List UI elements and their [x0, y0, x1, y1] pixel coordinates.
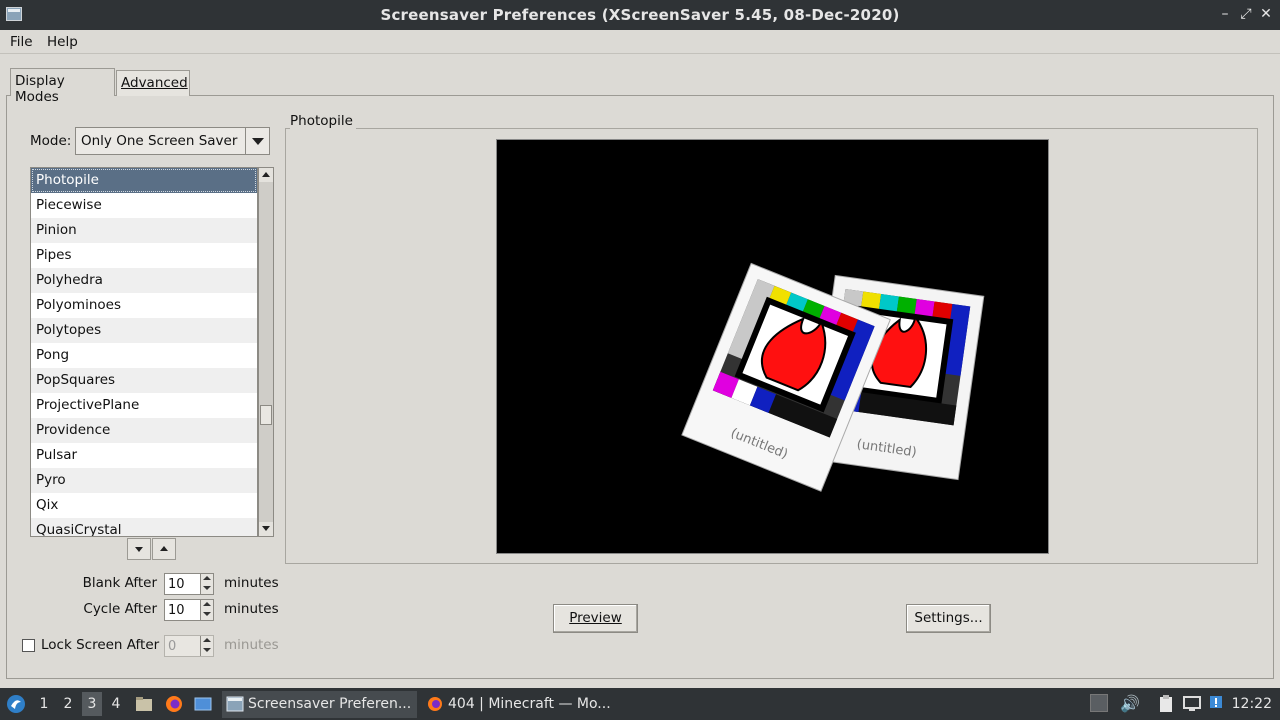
list-item[interactable]: Pulsar: [31, 443, 257, 468]
menu-bar: File Help: [0, 30, 1280, 54]
task-label: 404 | Minecraft — Mo...: [448, 696, 611, 712]
task-firefox-minecraft[interactable]: 404 | Minecraft — Mo...: [422, 691, 617, 718]
list-item[interactable]: Qix: [31, 493, 257, 518]
list-item[interactable]: PopSquares: [31, 368, 257, 393]
next-saver-button[interactable]: [127, 538, 151, 560]
clock: 12:22: [1231, 696, 1272, 712]
window-title: Screensaver Preferences (XScreenSaver 5.…: [380, 6, 900, 24]
workspace-1[interactable]: 1: [34, 696, 54, 712]
list-item[interactable]: Polytopes: [31, 318, 257, 343]
list-item[interactable]: QuasiCrystal: [31, 518, 257, 536]
file-manager-icon[interactable]: [134, 694, 154, 714]
list-item[interactable]: Photopile: [31, 168, 257, 193]
scrollbar-thumb[interactable]: [260, 405, 272, 425]
scroll-up-icon[interactable]: [259, 168, 273, 182]
settings-button[interactable]: Settings...: [906, 604, 991, 633]
list-item[interactable]: Pong: [31, 343, 257, 368]
spin-arrows-icon[interactable]: [200, 600, 213, 620]
blank-after-spin[interactable]: 10: [164, 573, 214, 595]
tray-up-arrow-icon[interactable]: [1090, 694, 1108, 712]
lock-after-unit: minutes: [224, 637, 279, 653]
preview-frame-title: Photopile: [290, 113, 356, 129]
photopile-preview-image: (untitled) (untitled): [681, 262, 985, 492]
chevron-down-icon[interactable]: [245, 128, 269, 154]
firefox-icon[interactable]: [164, 694, 184, 714]
task-screensaver-preferences[interactable]: Screensaver Preferen...: [222, 691, 417, 718]
mode-select[interactable]: Only One Screen Saver: [75, 127, 270, 155]
list-item[interactable]: ProjectivePlane: [31, 393, 257, 418]
cycle-after-spin[interactable]: 10: [164, 599, 214, 621]
workspace-2[interactable]: 2: [58, 696, 78, 712]
mode-select-value: Only One Screen Saver: [81, 133, 238, 149]
start-menu-icon[interactable]: [6, 694, 26, 714]
minimize-icon[interactable]: –: [1216, 5, 1234, 23]
blank-after-unit: minutes: [224, 575, 279, 591]
menu-help[interactable]: Help: [47, 34, 78, 50]
volume-icon[interactable]: 🔊: [1120, 694, 1140, 714]
tab-advanced[interactable]: Advanced: [116, 70, 190, 96]
maximize-icon[interactable]: ⤢: [1237, 5, 1255, 23]
title-bar: Screensaver Preferences (XScreenSaver 5.…: [0, 0, 1280, 30]
notification-icon[interactable]: [1208, 694, 1228, 714]
firefox-icon: [428, 697, 442, 711]
desktop-icon[interactable]: [193, 694, 213, 714]
workspace-3[interactable]: 3: [82, 692, 102, 716]
list-item[interactable]: Polyominoes: [31, 293, 257, 318]
mode-label: Mode:: [30, 133, 72, 149]
lock-after-spin: 0: [164, 635, 214, 657]
list-item[interactable]: Polyhedra: [31, 268, 257, 293]
list-scrollbar[interactable]: [258, 167, 274, 537]
preview-button[interactable]: Preview: [553, 604, 638, 633]
list-item[interactable]: Pinion: [31, 218, 257, 243]
clipboard-icon[interactable]: [1156, 694, 1176, 714]
tab-display-modes[interactable]: Display Modes: [10, 68, 115, 105]
task-label: Screensaver Preferen...: [248, 696, 412, 712]
close-icon[interactable]: ✕: [1257, 5, 1275, 23]
cycle-after-label: Cycle After: [83, 601, 157, 617]
screensaver-list[interactable]: Photopile Piecewise Pinion Pipes Polyhedra Po…: [30, 167, 258, 537]
prev-saver-button[interactable]: [152, 538, 176, 560]
taskbar: 1 2 3 4 Screensaver Preferen... 404 | Mi…: [0, 688, 1280, 720]
window-icon: [226, 696, 244, 712]
list-item[interactable]: Pyro: [31, 468, 257, 493]
list-item[interactable]: Piecewise: [31, 193, 257, 218]
spin-arrows-icon: [200, 636, 213, 656]
lock-screen-label: Lock Screen After: [41, 637, 160, 653]
workspace-4[interactable]: 4: [106, 696, 126, 712]
preview-screen: (untitled) (untitled): [496, 139, 1049, 554]
blank-after-value: 10: [168, 577, 185, 592]
cycle-after-value: 10: [168, 603, 185, 618]
spin-arrows-icon[interactable]: [200, 574, 213, 594]
menu-file[interactable]: File: [10, 34, 33, 50]
list-item[interactable]: Pipes: [31, 243, 257, 268]
display-icon[interactable]: [1182, 694, 1202, 714]
blank-after-label: Blank After: [82, 575, 157, 591]
lock-screen-checkbox[interactable]: [22, 639, 35, 652]
list-item[interactable]: Providence: [31, 418, 257, 443]
cycle-after-unit: minutes: [224, 601, 279, 617]
scroll-down-icon[interactable]: [259, 522, 273, 536]
lock-after-value: 0: [168, 639, 177, 654]
